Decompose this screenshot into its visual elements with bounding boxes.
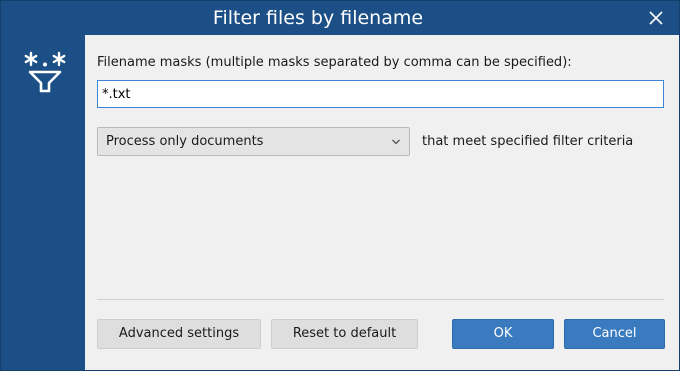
process-mode-value: Process only documents xyxy=(106,134,264,149)
filename-masks-input[interactable] xyxy=(97,80,664,108)
button-divider xyxy=(97,299,664,300)
dialog-title: Filter files by filename xyxy=(212,7,424,29)
title-bar: Filter files by filename xyxy=(1,1,679,35)
close-button[interactable] xyxy=(641,4,671,32)
cancel-button[interactable]: Cancel xyxy=(564,319,665,349)
filter-dialog: Filter files by filename Filename masks … xyxy=(0,0,680,371)
advanced-settings-button[interactable]: Advanced settings xyxy=(97,319,261,349)
filename-masks-label: Filename masks (multiple masks separated… xyxy=(97,55,572,70)
close-icon xyxy=(649,11,663,25)
dialog-sidebar xyxy=(1,35,85,370)
process-mode-select[interactable]: Process only documents xyxy=(97,127,410,156)
filter-criteria-text: that meet specified filter criteria xyxy=(422,134,634,149)
filter-mask-icon xyxy=(24,51,66,93)
dialog-content: Filename masks (multiple masks separated… xyxy=(85,35,679,370)
reset-to-default-button[interactable]: Reset to default xyxy=(271,319,418,349)
chevron-down-icon xyxy=(392,139,400,145)
ok-button[interactable]: OK xyxy=(452,319,554,349)
